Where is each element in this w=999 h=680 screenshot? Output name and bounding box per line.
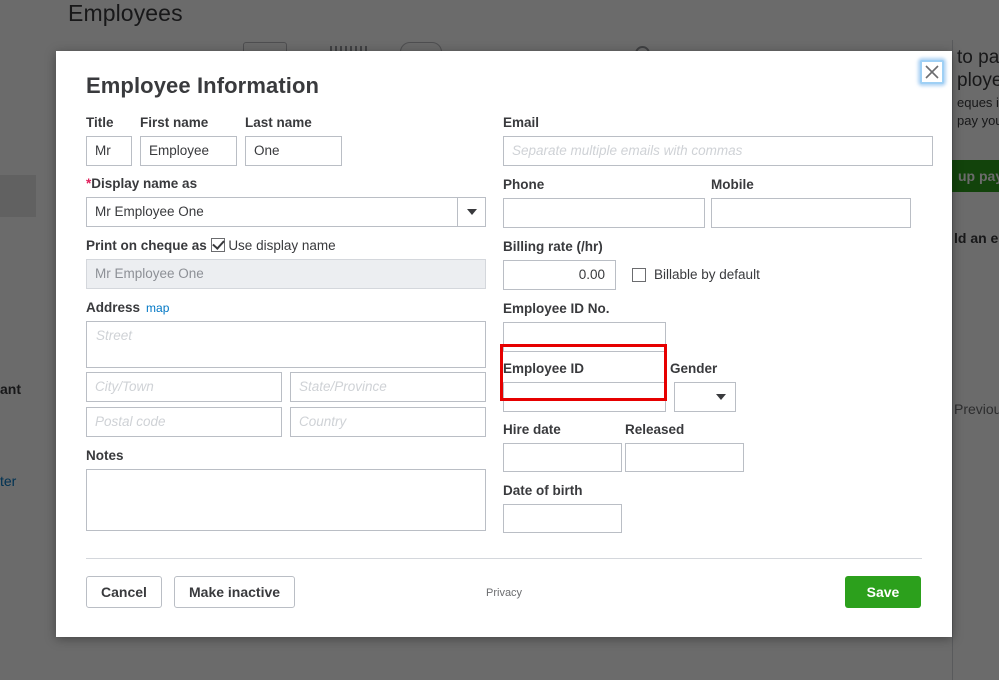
display-name-label: *Display name as	[86, 174, 486, 194]
print-on-cheque-input: Mr Employee One	[86, 259, 486, 289]
employee-id-no-input[interactable]	[503, 322, 666, 352]
title-label: Title	[86, 115, 114, 130]
notes-textarea[interactable]	[86, 469, 486, 531]
display-name-label-text: Display name as	[91, 176, 198, 191]
employee-id-label: Employee ID	[503, 361, 585, 376]
phone-input[interactable]	[503, 198, 705, 228]
left-column: Title First name Last name Mr Employee O…	[86, 113, 486, 531]
right-column: Email Separate multiple emails with comm…	[503, 113, 933, 533]
display-name-dropdown[interactable]: Mr Employee One	[86, 197, 486, 227]
billing-rate-label: Billing rate (/hr)	[503, 239, 603, 254]
city-input[interactable]: City/Town	[86, 372, 282, 402]
gender-dropdown[interactable]	[674, 382, 736, 412]
address-label: Address	[86, 300, 141, 315]
email-input[interactable]: Separate multiple emails with commas	[503, 136, 933, 166]
mobile-input[interactable]	[711, 198, 911, 228]
billing-rate-input[interactable]: 0.00	[503, 260, 616, 290]
email-label: Email	[503, 115, 540, 130]
gender-label: Gender	[670, 361, 718, 376]
date-of-birth-input[interactable]	[503, 504, 622, 533]
billable-by-default-label: Billable by default	[654, 267, 760, 282]
state-input[interactable]: State/Province	[290, 372, 486, 402]
use-display-name-checkbox[interactable]	[210, 238, 225, 252]
released-label: Released	[625, 422, 685, 437]
phone-label: Phone	[503, 177, 545, 192]
chevron-down-icon[interactable]	[457, 198, 485, 226]
street-placeholder: Street	[96, 328, 133, 343]
footer-divider	[86, 558, 922, 559]
street-input[interactable]: Street	[86, 321, 486, 368]
employee-id-no-label: Employee ID No.	[503, 301, 610, 316]
print-on-cheque-label: Print on cheque as	[86, 238, 207, 253]
country-input[interactable]: Country	[290, 407, 486, 437]
date-of-birth-label: Date of birth	[503, 483, 583, 498]
first-name-input[interactable]: Employee	[140, 136, 237, 166]
print-on-cheque-row: Print on cheque as Use display name	[86, 236, 486, 256]
privacy-link[interactable]: Privacy	[486, 587, 522, 599]
use-display-name-label: Use display name	[228, 238, 336, 253]
title-input[interactable]: Mr	[86, 136, 132, 166]
hire-date-input[interactable]	[503, 443, 622, 472]
last-name-label: Last name	[245, 115, 312, 130]
notes-label: Notes	[86, 448, 124, 463]
close-icon[interactable]	[920, 60, 944, 84]
address-row: Address map	[86, 298, 486, 318]
cancel-button[interactable]: Cancel	[86, 576, 162, 608]
released-input[interactable]	[625, 443, 744, 472]
display-name-value: Mr Employee One	[95, 204, 204, 219]
map-link[interactable]: map	[146, 301, 169, 315]
last-name-input[interactable]: One	[245, 136, 342, 166]
billable-by-default-checkbox[interactable]	[632, 268, 646, 282]
modal-title: Employee Information	[86, 73, 320, 98]
save-button[interactable]: Save	[845, 576, 921, 608]
employee-id-input[interactable]	[503, 382, 666, 412]
make-inactive-button[interactable]: Make inactive	[174, 576, 296, 608]
employee-information-modal: Employee Information Title First name La…	[56, 51, 952, 637]
postal-code-input[interactable]: Postal code	[86, 407, 282, 437]
hire-date-label: Hire date	[503, 422, 561, 437]
mobile-label: Mobile	[711, 177, 754, 192]
first-name-label: First name	[140, 115, 209, 130]
chevron-down-icon[interactable]	[707, 383, 735, 411]
